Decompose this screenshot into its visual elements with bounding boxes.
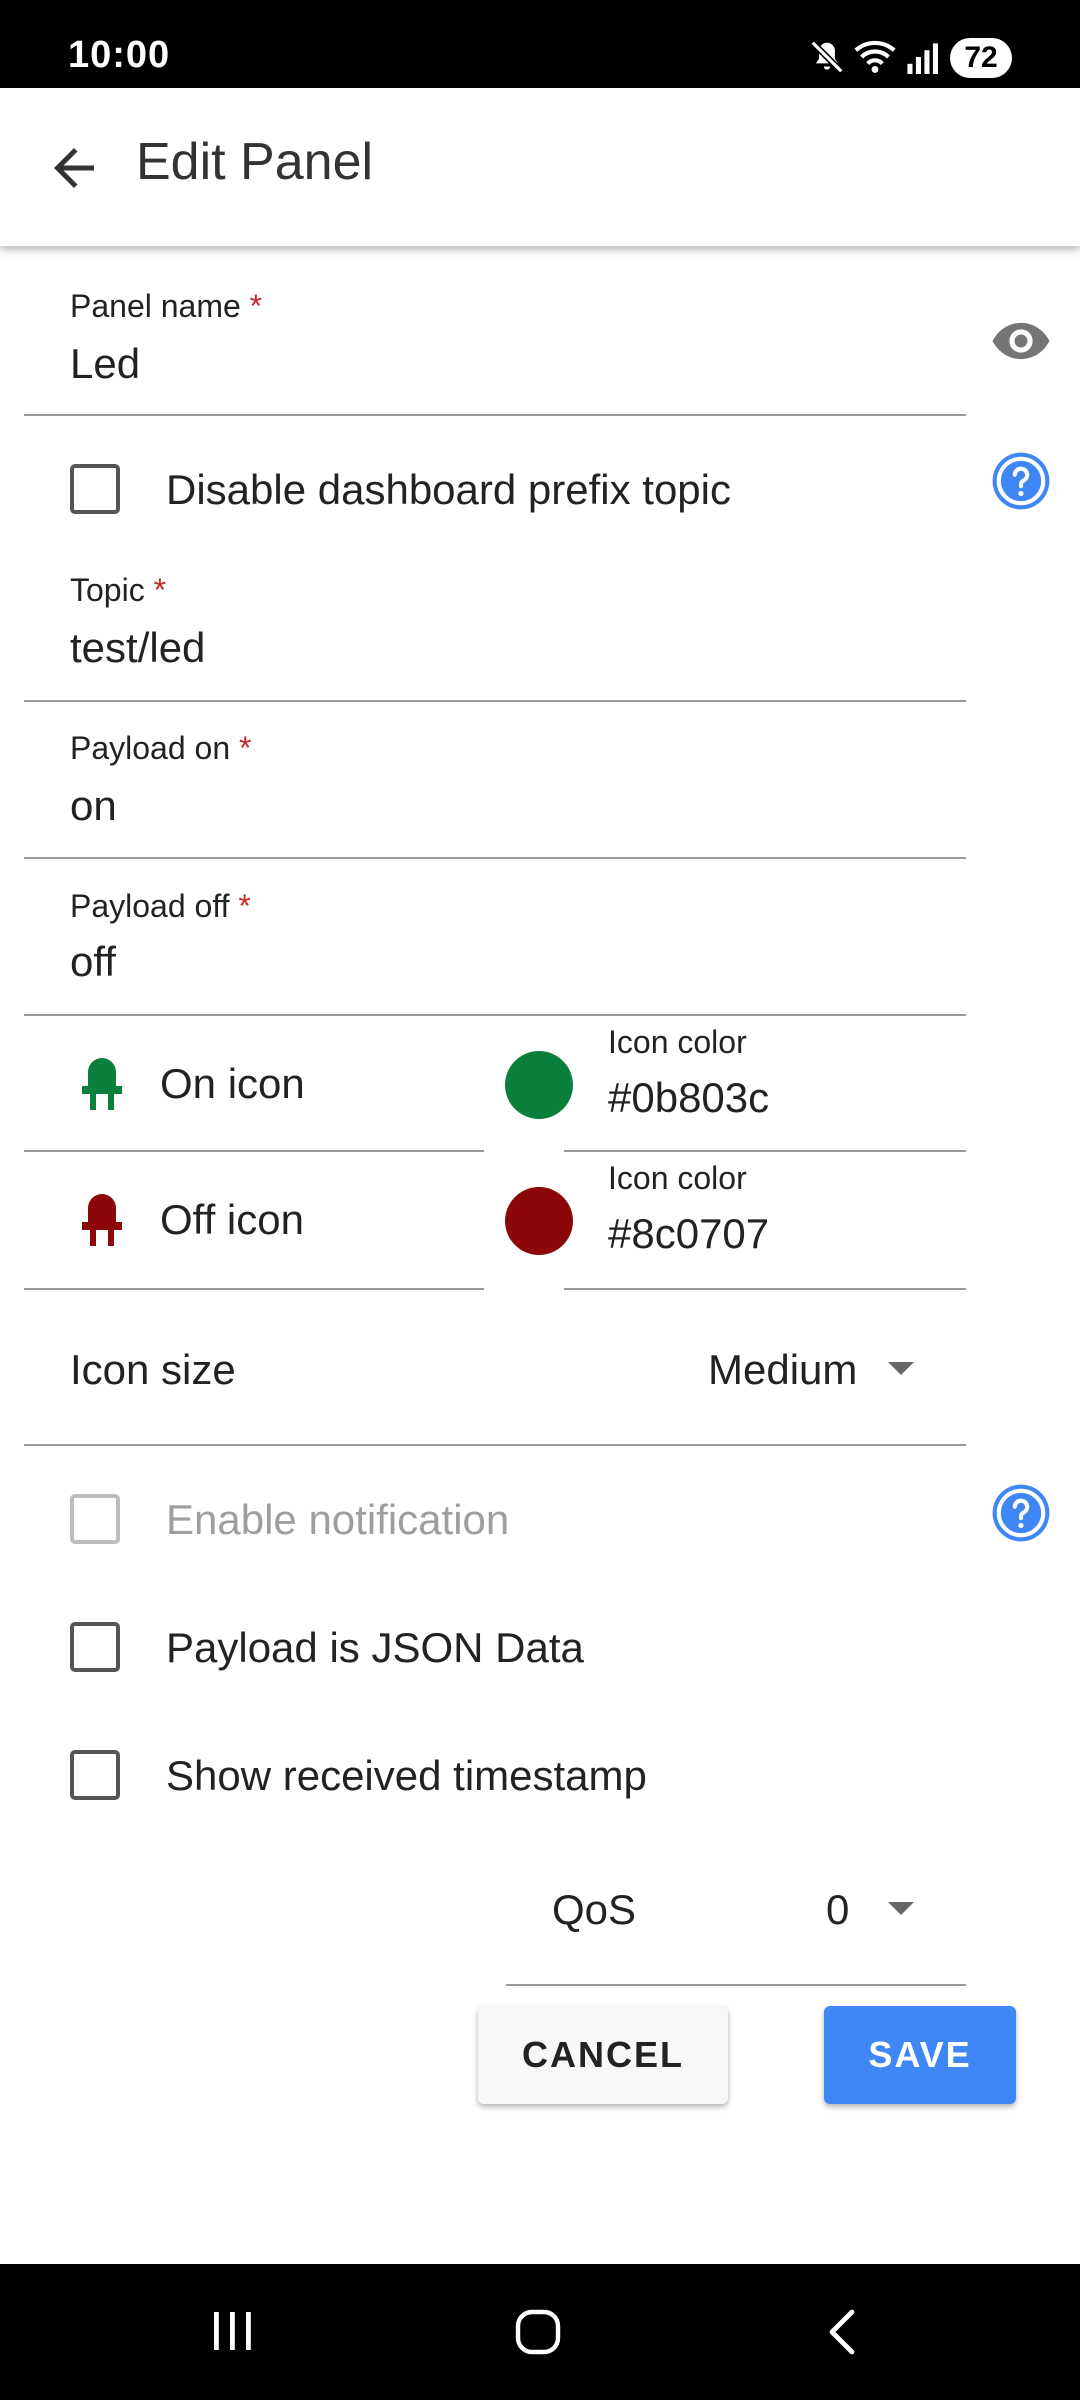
eye-icon[interactable]: [990, 310, 1052, 372]
show-timestamp-label: Show received timestamp: [166, 1752, 647, 1799]
led-off-icon[interactable]: [78, 1190, 126, 1250]
enable-notification-label: Enable notification: [166, 1496, 510, 1543]
battery-indicator: 72: [950, 38, 1012, 78]
status-bar: 10:00 72: [0, 0, 1080, 88]
navigation-bar: [0, 2264, 1080, 2400]
enable-notification-checkbox[interactable]: [70, 1494, 120, 1544]
topic-label: Topic *: [70, 572, 167, 608]
payload-on-input[interactable]: on: [70, 782, 117, 830]
help-icon[interactable]: [990, 450, 1052, 512]
payload-json-label: Payload is JSON Data: [166, 1624, 584, 1671]
off-icon-label[interactable]: Off icon: [160, 1196, 304, 1244]
payload-on-underline: [24, 857, 966, 859]
on-icon-underline: [24, 1150, 484, 1152]
status-time: 10:00: [68, 34, 171, 76]
payload-off-underline: [24, 1014, 966, 1016]
show-timestamp-checkbox[interactable]: [70, 1750, 120, 1800]
disable-prefix-checkbox[interactable]: [70, 464, 120, 514]
disable-prefix-label: Disable dashboard prefix topic: [166, 466, 731, 513]
panel-name-label: Panel name *: [70, 288, 263, 324]
qos-select[interactable]: 0: [826, 1886, 849, 1934]
payload-off-label: Payload off *: [70, 888, 251, 924]
payload-off-input[interactable]: off: [70, 938, 116, 986]
page-title: Edit Panel: [136, 133, 374, 191]
nav-back-icon[interactable]: [822, 2308, 862, 2356]
led-on-icon[interactable]: [78, 1054, 126, 1114]
on-icon-label[interactable]: On icon: [160, 1060, 305, 1108]
topic-underline: [24, 700, 966, 702]
panel-name-input[interactable]: Led: [70, 340, 140, 388]
mute-icon: [810, 40, 844, 74]
qos-label: QoS: [552, 1886, 637, 1933]
on-color-swatch[interactable]: [505, 1051, 573, 1119]
save-button[interactable]: SAVE: [824, 2006, 1016, 2104]
off-color-swatch[interactable]: [505, 1187, 573, 1255]
off-icon-underline: [24, 1288, 484, 1290]
topic-input[interactable]: test/led: [70, 624, 205, 672]
cancel-button[interactable]: CANCEL: [478, 2006, 728, 2104]
off-icon-color-underline: [564, 1288, 966, 1290]
signal-icon: [907, 43, 938, 74]
panel-name-underline: [24, 414, 966, 416]
icon-size-select[interactable]: Medium: [708, 1346, 857, 1394]
recent-apps-icon[interactable]: [210, 2310, 256, 2352]
on-icon-color-input[interactable]: #0b803c: [608, 1074, 769, 1122]
off-icon-color-label: Icon color: [608, 1160, 747, 1196]
qos-dropdown-icon[interactable]: [888, 1902, 914, 1915]
app-bar: Edit Panel: [0, 88, 1080, 246]
qos-underline: [506, 1984, 966, 1986]
on-icon-color-label: Icon color: [608, 1024, 747, 1060]
off-icon-color-input[interactable]: #8c0707: [608, 1210, 769, 1258]
on-icon-color-underline: [564, 1150, 966, 1152]
home-icon[interactable]: [514, 2308, 562, 2356]
payload-json-checkbox[interactable]: [70, 1622, 120, 1672]
icon-size-label: Icon size: [70, 1346, 236, 1393]
wifi-icon: [854, 40, 896, 73]
notification-help-icon[interactable]: [990, 1482, 1052, 1544]
icon-size-underline: [24, 1444, 966, 1446]
icon-size-dropdown-icon[interactable]: [888, 1362, 914, 1375]
back-arrow-icon[interactable]: [44, 138, 104, 198]
payload-on-label: Payload on *: [70, 730, 252, 766]
